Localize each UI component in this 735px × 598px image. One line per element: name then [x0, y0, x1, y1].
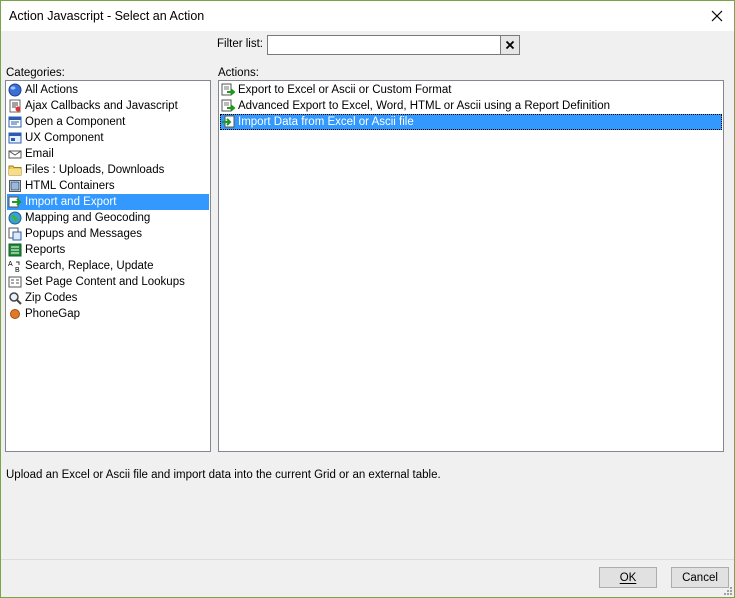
category-label: Popups and Messages [25, 228, 142, 240]
category-label: All Actions [25, 84, 79, 96]
actions-list[interactable]: Export to Excel or Ascii or Custom Forma… [218, 80, 724, 452]
category-item[interactable]: A B Search, Replace, Update [7, 258, 209, 274]
email-icon [7, 146, 23, 162]
category-item[interactable]: Popups and Messages [7, 226, 209, 242]
action-label: Import Data from Excel or Ascii file [238, 116, 414, 128]
categories-label: Categories: [6, 67, 65, 79]
category-label: Files : Uploads, Downloads [25, 164, 165, 176]
clear-x-icon [505, 40, 515, 50]
page-content-icon [7, 274, 23, 290]
categories-list[interactable]: All Actions Ajax Callbacks and Javascript… [5, 80, 211, 452]
category-label: Mapping and Geocoding [25, 212, 151, 224]
category-label: PhoneGap [25, 308, 80, 320]
magnifier-icon [7, 290, 23, 306]
action-label: Export to Excel or Ascii or Custom Forma… [238, 84, 452, 96]
svg-text:B: B [15, 267, 20, 273]
component-window-icon [7, 114, 23, 130]
svg-text:A: A [8, 261, 13, 268]
filter-label: Filter list: [217, 38, 263, 50]
ok-button[interactable]: OK [599, 567, 657, 588]
category-item[interactable]: Ajax Callbacks and Javascript [7, 98, 209, 114]
action-label: Advanced Export to Excel, Word, HTML or … [238, 100, 610, 112]
category-item[interactable]: PhoneGap [7, 306, 209, 322]
category-item[interactable]: Zip Codes [7, 290, 209, 306]
category-label: Set Page Content and Lookups [25, 276, 185, 288]
resize-grip-icon[interactable] [722, 585, 732, 595]
cancel-button-label: Cancel [682, 571, 718, 584]
dialog-title: Action Javascript - Select an Action [9, 9, 205, 23]
category-label: Zip Codes [25, 292, 78, 304]
category-item[interactable]: Reports [7, 242, 209, 258]
close-icon [711, 10, 723, 22]
folder-icon [7, 162, 23, 178]
close-button[interactable] [700, 1, 734, 31]
category-item[interactable]: Open a Component [7, 114, 209, 130]
import-export-icon [7, 194, 23, 210]
category-item[interactable]: All Actions [7, 82, 209, 98]
phonegap-icon [7, 306, 23, 322]
category-label: Reports [25, 244, 66, 256]
category-label: Ajax Callbacks and Javascript [25, 100, 178, 112]
html-container-icon [7, 178, 23, 194]
action-item[interactable]: Advanced Export to Excel, Word, HTML or … [220, 98, 722, 114]
category-label: Email [25, 148, 54, 160]
cancel-button[interactable]: Cancel [671, 567, 729, 588]
category-item[interactable]: Import and Export [7, 194, 209, 210]
category-label: UX Component [25, 132, 104, 144]
action-item[interactable]: Export to Excel or Ascii or Custom Forma… [220, 82, 722, 98]
report-icon [7, 242, 23, 258]
import-icon [220, 114, 236, 130]
filter-box [267, 35, 520, 55]
category-label: Open a Component [25, 116, 126, 128]
filter-clear-button[interactable] [500, 36, 519, 54]
category-item[interactable]: Set Page Content and Lookups [7, 274, 209, 290]
category-item[interactable]: Mapping and Geocoding [7, 210, 209, 226]
search-replace-icon: AB [7, 258, 23, 274]
category-item[interactable]: Email [7, 146, 209, 162]
action-description: Upload an Excel or Ascii file and import… [6, 469, 441, 481]
ok-button-label: OK [619, 571, 637, 584]
actions-label: Actions: [218, 67, 259, 79]
title-bar: Action Javascript - Select an Action [1, 1, 734, 31]
footer-divider [1, 559, 734, 560]
popup-icon [7, 226, 23, 242]
earth-icon [7, 210, 23, 226]
category-item[interactable]: UX Component [7, 130, 209, 146]
category-item[interactable]: Files : Uploads, Downloads [7, 162, 209, 178]
category-label: HTML Containers [25, 180, 115, 192]
script-icon [7, 98, 23, 114]
action-dialog: Action Javascript - Select an Action Fil… [0, 0, 735, 598]
category-label: Import and Export [25, 196, 117, 208]
export-icon [220, 82, 236, 98]
export-icon [220, 98, 236, 114]
category-label: Search, Replace, Update [25, 260, 154, 272]
category-item[interactable]: HTML Containers [7, 178, 209, 194]
ux-window-icon [7, 130, 23, 146]
action-item[interactable]: Import Data from Excel or Ascii file [220, 114, 722, 130]
globe-blue-icon [7, 82, 23, 98]
filter-input[interactable] [268, 36, 506, 54]
